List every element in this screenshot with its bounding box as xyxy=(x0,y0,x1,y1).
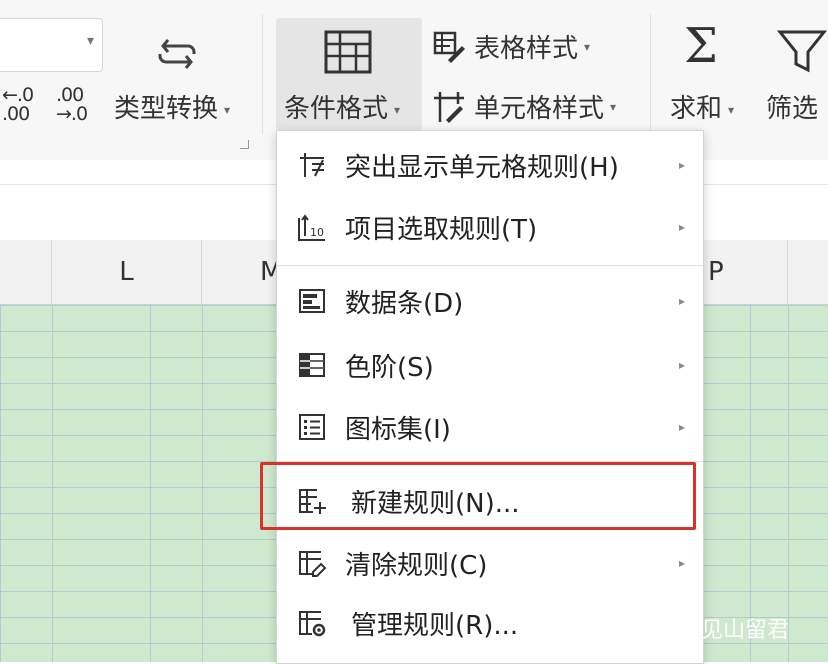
column-header-q[interactable] xyxy=(788,240,828,304)
menu-item-label: 色阶(S) xyxy=(345,352,434,383)
chevron-down-icon[interactable]: ▾ xyxy=(87,33,94,49)
chevron-down-icon: ▾ xyxy=(728,102,735,117)
group-separator xyxy=(262,14,263,134)
conditional-format-label-wrap: 条件格式 ▾ xyxy=(284,88,400,125)
grid-column-line xyxy=(52,305,53,662)
watermark-text: 知乎 @见山留君 xyxy=(628,618,789,643)
clear-rules-icon xyxy=(299,551,327,577)
filter-icon[interactable] xyxy=(776,26,828,78)
sum-icon[interactable]: Σ xyxy=(684,18,718,74)
menu-item-icon-sets[interactable]: 图标集(I) ▸ xyxy=(277,397,703,457)
increase-decimal-button[interactable]: ←.0.00 xyxy=(2,86,34,124)
menu-item-label: 图标集(I) xyxy=(345,414,451,445)
color-scales-icon xyxy=(299,353,325,377)
submenu-arrow-icon: ▸ xyxy=(678,294,685,308)
sum-label: 求和 xyxy=(670,94,723,124)
column-header-k[interactable] xyxy=(0,240,52,304)
conditional-format-label: 条件格式 xyxy=(284,94,389,124)
group-separator xyxy=(650,14,651,134)
filter-label: 筛选 xyxy=(766,94,819,124)
cell-style-label: 单元格样式 xyxy=(474,94,605,124)
type-convert-icon[interactable] xyxy=(152,28,202,78)
type-convert-label: 类型转换 xyxy=(114,94,219,124)
manage-rules-icon xyxy=(299,611,326,637)
column-header-l[interactable]: L xyxy=(52,240,202,304)
submenu-arrow-icon: ▸ xyxy=(678,420,685,434)
menu-item-clear-rules[interactable]: 清除规则(C) ▸ xyxy=(277,533,703,593)
menu-item-label: 数据条(D) xyxy=(345,288,464,319)
table-style-label: 表格样式 xyxy=(474,34,579,64)
submenu-arrow-icon: ▸ xyxy=(678,358,685,372)
chevron-down-icon: ▾ xyxy=(584,39,591,54)
conditional-format-button[interactable]: 条件格式 ▾ xyxy=(276,18,422,130)
decrease-decimal-button[interactable]: .00 →.0 xyxy=(56,86,88,124)
column-label: P xyxy=(708,257,724,287)
chevron-down-icon: ▾ xyxy=(224,102,231,117)
submenu-arrow-icon: ▸ xyxy=(678,158,685,172)
conditional-format-menu: 突出显示单元格规则(H) ▸ 10 项目选取规则(T) ▸ 数据条(D) ▸ 色… xyxy=(276,130,704,664)
highlight-annotation-box xyxy=(260,462,696,530)
column-label: L xyxy=(119,257,134,287)
top-bottom-rules-icon: 10 xyxy=(298,214,325,241)
menu-item-label: 管理规则(R)... xyxy=(351,610,519,641)
submenu-arrow-icon: ▸ xyxy=(678,556,685,570)
icon-sets-icon xyxy=(299,414,325,440)
dialog-launcher-icon[interactable] xyxy=(240,140,249,149)
menu-item-label: 清除规则(C) xyxy=(345,550,488,581)
cell-style-icon xyxy=(434,91,464,123)
menu-item-top-bottom-rules[interactable]: 10 项目选取规则(T) ▸ xyxy=(277,197,703,257)
grid-column-line xyxy=(788,305,789,662)
menu-item-data-bars[interactable]: 数据条(D) ▸ xyxy=(277,271,703,331)
menu-item-color-scales[interactable]: 色阶(S) ▸ xyxy=(277,335,703,395)
highlight-rules-icon xyxy=(300,153,324,177)
sum-button[interactable]: 求和 ▾ xyxy=(670,88,734,125)
data-bars-icon xyxy=(299,289,325,313)
grid-column-line xyxy=(202,305,203,662)
submenu-arrow-icon: ▸ xyxy=(678,220,685,234)
menu-item-highlight-rules[interactable]: 突出显示单元格规则(H) ▸ xyxy=(277,135,703,195)
chevron-down-icon: ▾ xyxy=(610,99,617,114)
menu-divider xyxy=(277,265,703,266)
menu-item-label: 突出显示单元格规则(H) xyxy=(345,152,619,183)
cell-style-button[interactable]: 单元格样式 ▾ xyxy=(432,88,616,125)
number-format-combo[interactable]: ▾ xyxy=(0,18,103,72)
svg-text:10: 10 xyxy=(310,226,324,239)
conditional-format-icon xyxy=(324,30,372,74)
type-convert-button[interactable]: 类型转换 ▾ xyxy=(114,88,230,125)
filter-button[interactable]: 筛选 xyxy=(766,88,818,125)
table-style-button[interactable]: 表格样式 ▾ xyxy=(432,28,590,65)
menu-item-label: 项目选取规则(T) xyxy=(345,214,538,245)
chevron-down-icon: ▾ xyxy=(394,102,401,117)
table-style-icon xyxy=(433,31,465,63)
